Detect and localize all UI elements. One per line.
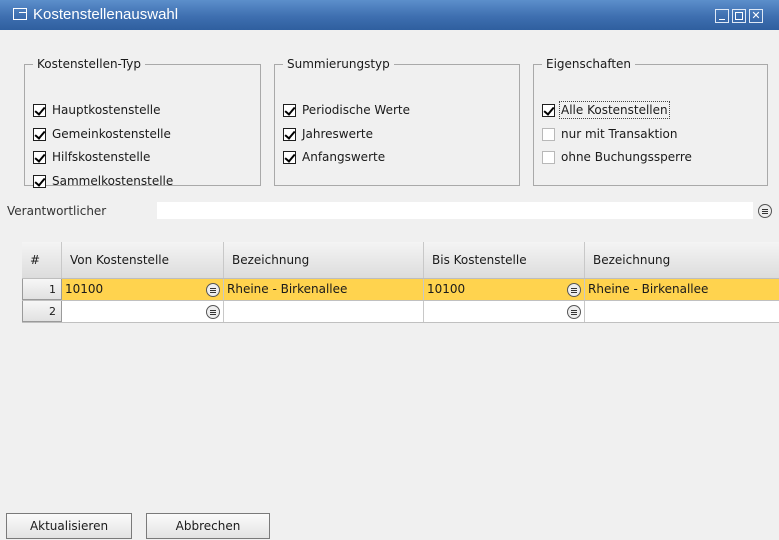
checkbox-icon[interactable] [283,150,296,164]
group-properties: Eigenschaften Alle Kostenstellen nur mit… [533,57,768,186]
grid-header: # Von Kostenstelle Bezeichnung Bis Koste… [22,242,779,279]
window-controls: ✕ [715,9,763,23]
list-picker-icon[interactable] [206,305,220,319]
from-cost-center-cell[interactable] [62,301,224,322]
checkbox-label: Anfangswerte [302,150,386,164]
checkbox-label: Jahreswerte [302,127,374,141]
from-cost-center-cell[interactable]: 10100 [62,279,224,300]
window-icon [13,8,27,20]
from-description-cell[interactable] [224,301,424,322]
checkbox-main-cost-center[interactable]: Hauptkostenstelle [33,101,161,119]
to-description-cell[interactable]: Rheine - Birkenallee [585,279,779,300]
row-number[interactable]: 1 [22,279,62,300]
table-row[interactable]: 2 [22,301,779,323]
checkbox-label: Hauptkostenstelle [52,103,161,117]
close-icon[interactable]: ✕ [749,9,763,23]
checkbox-label: Sammelkostenstelle [52,174,174,188]
column-header-from-cost-center[interactable]: Von Kostenstelle [62,242,224,278]
checkbox-periodic-values[interactable]: Periodische Werte [283,101,410,119]
cell-value: 10100 [65,282,104,296]
checkbox-overhead-cost-center[interactable]: Gemeinkostenstelle [33,125,171,143]
column-header-description[interactable]: Bezeichnung [224,242,424,278]
list-picker-icon[interactable] [567,305,581,319]
checkbox-label: Gemeinkostenstelle [52,127,171,141]
checkbox-all-cost-centers[interactable]: Alle Kostenstellen [542,101,670,119]
responsible-input[interactable] [157,202,753,219]
cancel-button[interactable]: Abbrechen [146,513,270,539]
to-description-cell[interactable] [585,301,779,322]
group-legend: Summierungstyp [287,57,390,71]
update-button[interactable]: Aktualisieren [6,513,132,539]
checkbox-icon[interactable] [33,103,46,117]
checkbox-icon[interactable] [542,127,555,141]
checkbox-annual-values[interactable]: Jahreswerte [283,125,373,143]
grid-body: 1 10100 Rheine - Birkenallee 10100 Rhein… [22,279,779,323]
checkbox-icon[interactable] [33,174,46,188]
checkbox-icon[interactable] [283,103,296,117]
group-cost-center-type: Kostenstellen-Typ Hauptkostenstelle Geme… [24,57,261,188]
checkbox-label: Hilfskostenstelle [52,150,151,164]
table-row[interactable]: 1 10100 Rheine - Birkenallee 10100 Rhein… [22,279,779,301]
column-header-to-cost-center[interactable]: Bis Kostenstelle [424,242,585,278]
checkbox-label: Alle Kostenstellen [559,101,670,119]
checkbox-label: nur mit Transaktion [561,127,678,141]
cell-value: 10100 [427,282,466,296]
checkbox-only-with-transaction[interactable]: nur mit Transaktion [542,125,678,143]
cost-center-grid: # Von Kostenstelle Bezeichnung Bis Koste… [22,242,779,323]
responsible-label: Verantwortlicher [7,204,107,218]
to-cost-center-cell[interactable] [424,301,585,322]
title-bar: Kostenstellenauswahl ✕ [0,0,779,30]
list-picker-icon[interactable] [567,283,581,297]
maximize-icon[interactable] [732,9,746,23]
checkbox-label: Periodische Werte [302,103,410,117]
checkbox-initial-values[interactable]: Anfangswerte [283,148,385,166]
checkbox-without-posting-block[interactable]: ohne Buchungssperre [542,148,692,166]
checkbox-icon[interactable] [283,127,296,141]
from-description-cell[interactable]: Rheine - Birkenallee [224,279,424,300]
window-title: Kostenstellenauswahl [33,6,179,23]
group-legend: Eigenschaften [546,57,632,71]
group-summation-type: Summierungstyp Periodische Werte Jahresw… [274,57,520,186]
checkbox-icon[interactable] [33,150,46,164]
group-legend: Kostenstellen-Typ [37,57,141,71]
list-picker-icon[interactable] [206,283,220,297]
checkbox-icon[interactable] [542,103,555,117]
column-header-description[interactable]: Bezeichnung [585,242,779,278]
checkbox-icon[interactable] [33,127,46,141]
row-number[interactable]: 2 [22,301,62,322]
checkbox-label: ohne Buchungssperre [561,150,692,164]
column-header-number[interactable]: # [22,242,62,278]
checkbox-collective-cost-center[interactable]: Sammelkostenstelle [33,172,173,190]
list-picker-icon[interactable] [758,204,772,218]
checkbox-auxiliary-cost-center[interactable]: Hilfskostenstelle [33,148,150,166]
minimize-icon[interactable] [715,9,729,23]
checkbox-icon[interactable] [542,150,555,164]
to-cost-center-cell[interactable]: 10100 [424,279,585,300]
